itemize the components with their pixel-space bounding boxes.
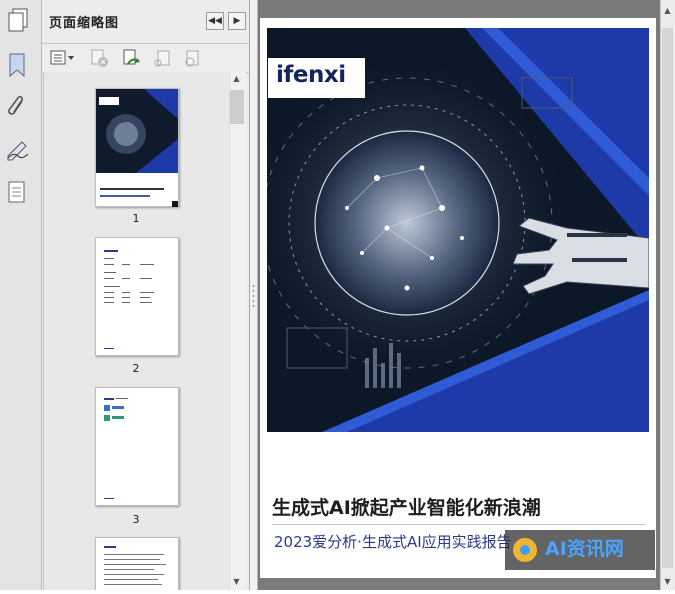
thumbnail-page-4[interactable]	[95, 537, 179, 590]
thumbnail-cover-image	[96, 89, 178, 197]
document-scrollbar-handle[interactable]	[662, 28, 673, 568]
pages-icon[interactable]	[8, 8, 30, 32]
thumbnail-text-page	[104, 250, 154, 349]
options-icon[interactable]	[50, 49, 74, 67]
watermark-logo-icon	[513, 538, 537, 562]
delete-page-icon[interactable]	[90, 49, 108, 67]
title-divider	[272, 524, 646, 525]
scroll-up-icon[interactable]: ▲	[660, 6, 675, 15]
thumbnail-page-number: 1	[132, 212, 140, 225]
thumbnail-toolbar	[42, 43, 249, 73]
chevron-right-icon: ▶	[233, 16, 241, 26]
thumbnail-page-3[interactable]	[95, 387, 179, 506]
thumbnail-page-2[interactable]	[95, 237, 179, 356]
navigation-rail	[0, 0, 42, 590]
signature-icon[interactable]	[6, 138, 29, 162]
thumbnail-page-number: 3	[132, 513, 140, 526]
rotate-page-icon[interactable]	[122, 49, 140, 67]
bookmark-icon[interactable]	[6, 52, 28, 78]
cut-icon[interactable]	[152, 49, 170, 67]
thumbnail-marker	[172, 201, 178, 207]
thumbnail-list: 1 2 3	[43, 72, 230, 590]
print-icon[interactable]	[182, 49, 200, 67]
expand-right-button[interactable]: ▶	[228, 12, 246, 30]
attachment-icon[interactable]	[6, 95, 28, 119]
watermark-text: AI资讯网	[545, 538, 624, 560]
panel-title: 页面缩略图	[49, 16, 120, 31]
document-title: 生成式AI掀起产业智能化新浪潮	[272, 497, 541, 519]
scroll-down-icon[interactable]: ▼	[660, 577, 675, 586]
document-subtitle: 2023爱分析·生成式AI应用实践报告	[274, 533, 512, 551]
thumbnail-logo-page	[104, 398, 128, 499]
thumbnail-page-1[interactable]	[95, 88, 179, 207]
collapse-left-button[interactable]: ◀◀	[206, 12, 224, 30]
panel-splitter[interactable]	[250, 0, 258, 590]
thumbnail-text-page	[104, 546, 166, 585]
thumbnail-scrollbar-handle[interactable]	[230, 90, 244, 124]
logo-text: ifenxi	[276, 62, 346, 88]
thumbnail-scrollbar[interactable]	[229, 72, 246, 590]
thumbnail-page-number: 2	[132, 362, 140, 375]
double-chevron-left-icon: ◀◀	[208, 16, 222, 26]
scroll-down-icon[interactable]: ▼	[229, 577, 244, 586]
layers-icon[interactable]	[6, 180, 28, 204]
scroll-up-icon[interactable]: ▲	[229, 74, 244, 83]
